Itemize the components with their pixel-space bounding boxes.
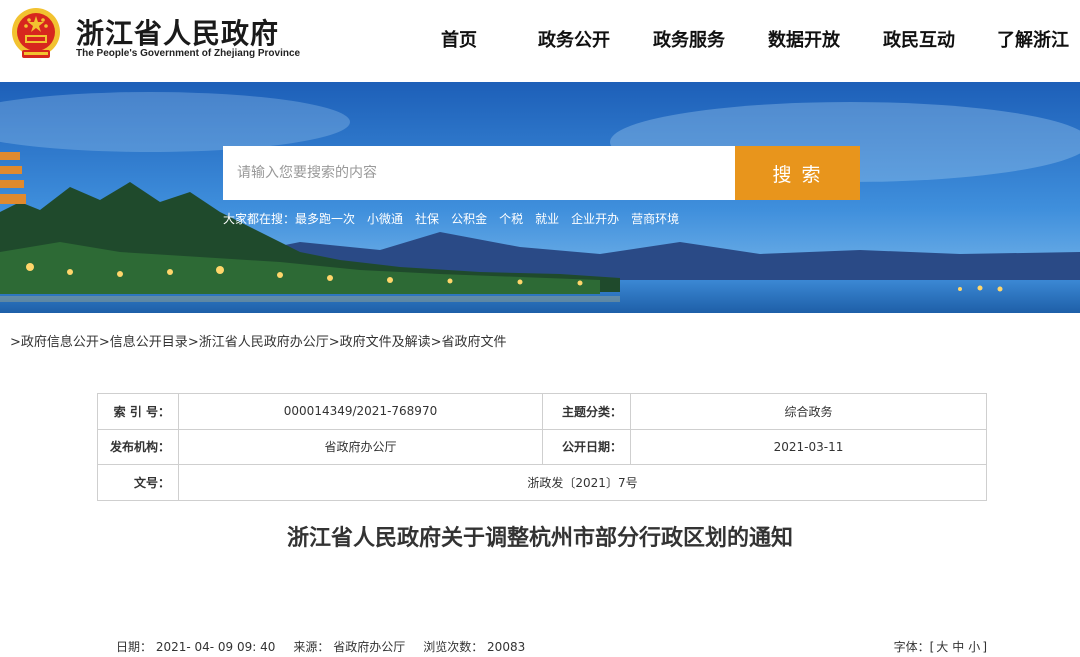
publisher-value: 省政府办公厅 [178,428,543,466]
table-row: 文号： 浙政发〔2021〕7号 [97,464,987,501]
hot-search-item[interactable]: 小微通 [367,212,403,226]
table-row: 发布机构： 省政府办公厅 公开日期： 2021-03-11 [97,428,987,466]
date-value: 2021-03-11 [630,428,987,466]
hot-search-item[interactable]: 个税 [499,212,523,226]
topic-label: 主题分类： [542,393,631,430]
hero-banner: 搜索 大家都在搜：最多跑一次小微通社保公积金个税就业企业开办营商环境 [0,82,1080,313]
hot-search-item[interactable]: 社保 [415,212,439,226]
hot-search-item[interactable]: 就业 [535,212,559,226]
nav-gov-affairs-open[interactable]: 政务公开 [538,26,610,52]
table-row: 索 引 号： 000014349/2021-768970 主题分类： 综合政务 [97,393,987,430]
site-header: 浙江省人民政府 The People's Government of Zheji… [0,0,1080,82]
nav-open-data[interactable]: 数据开放 [768,26,840,52]
doc-number-value: 浙政发〔2021〕7号 [178,464,987,501]
document-meta-table: 索 引 号： 000014349/2021-768970 主题分类： 综合政务 … [97,393,987,501]
doc-number-label: 文号： [97,464,179,501]
hot-search-item[interactable]: 营商环境 [631,212,679,226]
nav-interaction[interactable]: 政民互动 [883,26,955,52]
index-value: 000014349/2021-768970 [178,393,543,430]
view-count: 浏览次数： 20083 [423,640,526,654]
nav-gov-services[interactable]: 政务服务 [653,26,725,52]
font-size-small[interactable]: 小 [968,640,980,654]
font-size-label: 字体：[ [893,640,935,654]
document-info-bar: 日期： 2021- 04- 09 09: 40 来源： 省政府办公厅 浏览次数： 2… [116,638,543,655]
topic-value: 综合政务 [630,393,987,430]
index-label: 索 引 号： [97,393,179,430]
document-title: 浙江省人民政府关于调整杭州市部分行政区划的通知 [286,526,793,551]
breadcrumb-item[interactable]: >信息公开目录 [99,335,188,350]
nav-home[interactable]: 首页 [441,26,477,52]
font-size-switcher: 字体：[大中小] [894,638,987,655]
source: 来源： 省政府办公厅 [293,640,406,654]
main-nav: 首页 政务公开 政务服务 数据开放 政民互动 了解浙江 [0,26,1080,52]
font-size-close: ] [982,640,987,654]
hot-search-item[interactable]: 公积金 [451,212,487,226]
nav-about-zhejiang[interactable]: 了解浙江 [997,26,1069,52]
breadcrumb-item[interactable]: >浙江省人民政府办公厅 [188,335,329,350]
hot-searches: 大家都在搜：最多跑一次 小微通 社保 公积金 个税 就业 企业开办 营商环境 [223,210,691,227]
hot-searches-label: 大家都在搜： [223,212,296,226]
search-button[interactable]: 搜索 [735,146,860,200]
breadcrumb-item[interactable]: >政府文件及解读 [329,335,431,350]
date-label: 公开日期： [542,428,631,466]
breadcrumb-item[interactable]: >政府信息公开 [10,335,99,350]
publisher-label: 发布机构： [97,428,179,466]
hot-search-item[interactable]: 企业开办 [571,212,619,226]
publish-date: 日期： 2021- 04- 09 09: 40 [116,640,276,654]
breadcrumb: >政府信息公开>信息公开目录>浙江省人民政府办公厅>政府文件及解读>省政府文件 [10,331,507,350]
breadcrumb-item[interactable]: >省政府文件 [431,335,507,350]
hot-search-item[interactable]: 最多跑一次 [295,212,355,226]
font-size-large[interactable]: 大 [936,640,948,654]
font-size-medium[interactable]: 中 [952,640,964,654]
search-input[interactable] [223,146,735,200]
